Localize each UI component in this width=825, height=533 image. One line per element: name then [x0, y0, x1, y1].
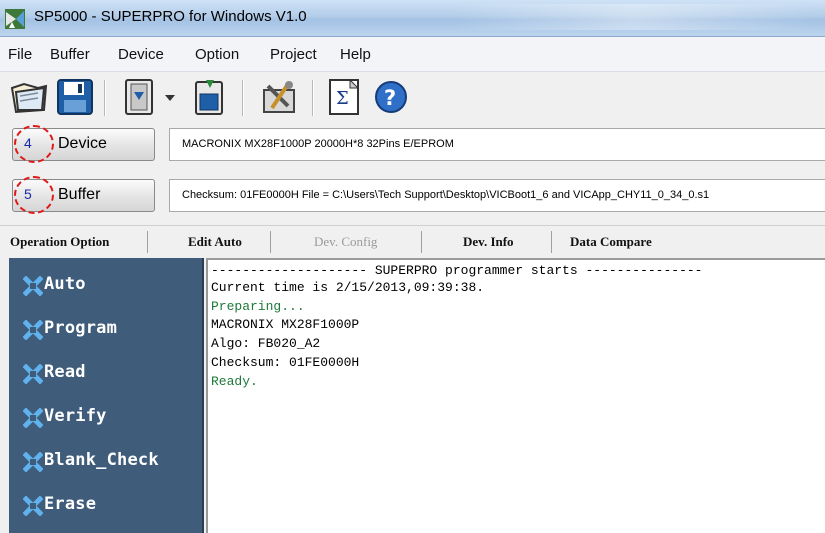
operation-panel: Auto Program Read Verify Blank_Check Era…	[9, 258, 204, 533]
buffer-info-text: Checksum: 01FE0000H File = C:\Users\Tech…	[182, 189, 710, 201]
chip-load-icon[interactable]	[118, 76, 160, 118]
save-disk-icon[interactable]	[54, 76, 96, 118]
title-bar[interactable]: SP5000 - SUPERPRO for Windows V1.0	[0, 0, 825, 37]
tab-data-compare[interactable]: Data Compare	[570, 234, 652, 250]
title-bar-glow	[455, 4, 815, 30]
dropdown-arrow-icon[interactable]	[160, 76, 182, 118]
app-logo-icon	[5, 9, 25, 29]
log-line: -------------------- SUPERPRO programmer…	[211, 263, 703, 278]
device-button-label: Device	[58, 135, 107, 152]
op-x-icon	[23, 408, 43, 428]
buffer-info-field: Checksum: 01FE0000H File = C:\Users\Tech…	[169, 179, 825, 212]
toolbar-separator	[104, 80, 106, 116]
log-line: Current time is 2/15/2013,09:39:38.	[211, 280, 485, 295]
toolbar-separator	[312, 80, 314, 116]
tab-dev-info[interactable]: Dev. Info	[463, 234, 514, 250]
open-folder-icon[interactable]	[8, 76, 50, 118]
tab-edit-auto[interactable]: Edit Auto	[188, 234, 242, 250]
menu-project[interactable]: Project	[270, 46, 317, 63]
op-verify-label: Verify	[44, 406, 107, 426]
window-title: SP5000 - SUPERPRO for Windows V1.0	[34, 8, 307, 25]
tab-strip: Operation Option Edit Auto Dev. Config D…	[0, 225, 825, 258]
log-line: Algo: FB020_A2	[211, 336, 321, 351]
log-line: Preparing...	[211, 299, 305, 314]
toolbar-separator	[242, 80, 244, 116]
menu-help[interactable]: Help	[340, 46, 371, 63]
menu-bar: File Buffer Device Option Project Help	[0, 37, 825, 72]
annotation-ring	[14, 125, 54, 163]
tab-separator	[551, 231, 552, 253]
app-window: SP5000 - SUPERPRO for Windows V1.0 File …	[0, 0, 825, 533]
buffer-button-label: Buffer	[58, 186, 101, 203]
op-blank-check-label: Blank_Check	[44, 450, 159, 470]
log-output[interactable]: -------------------- SUPERPRO programmer…	[206, 258, 825, 533]
menu-buffer[interactable]: Buffer	[50, 46, 90, 63]
op-program-label: Program	[44, 318, 118, 338]
tools-icon[interactable]	[258, 76, 300, 118]
menu-option[interactable]: Option	[195, 46, 239, 63]
svg-text:?: ?	[384, 86, 396, 110]
device-info-text: MACRONIX MX28F1000P 20000H*8 32Pins E/EP…	[182, 138, 454, 150]
tab-operation-option[interactable]: Operation Option	[10, 234, 109, 250]
annotation-ring	[14, 176, 54, 214]
chip-save-icon[interactable]	[188, 76, 230, 118]
op-auto-label: Auto	[44, 274, 86, 294]
tab-dev-config[interactable]: Dev. Config	[314, 234, 377, 250]
log-line: MACRONIX MX28F1000P	[211, 317, 360, 332]
op-x-icon	[23, 452, 43, 472]
log-line: Checksum: 01FE0000H	[211, 355, 360, 370]
toolbar: Σ ?	[0, 72, 825, 120]
op-x-icon	[23, 496, 43, 516]
op-x-icon	[23, 320, 43, 340]
op-erase-label: Erase	[44, 494, 97, 514]
checksum-sigma-icon[interactable]: Σ	[324, 76, 366, 118]
log-line: Ready.	[211, 374, 258, 389]
menu-file[interactable]: File	[8, 46, 32, 63]
menu-device[interactable]: Device	[118, 46, 164, 63]
tab-separator	[270, 231, 271, 253]
svg-text:Σ: Σ	[336, 88, 349, 109]
op-read-label: Read	[44, 362, 86, 382]
op-x-icon	[23, 364, 43, 384]
device-info-field: MACRONIX MX28F1000P 20000H*8 32Pins E/EP…	[169, 128, 825, 161]
op-x-icon	[23, 276, 43, 296]
help-icon[interactable]: ?	[370, 76, 412, 118]
tab-separator	[147, 231, 148, 253]
tab-separator	[421, 231, 422, 253]
